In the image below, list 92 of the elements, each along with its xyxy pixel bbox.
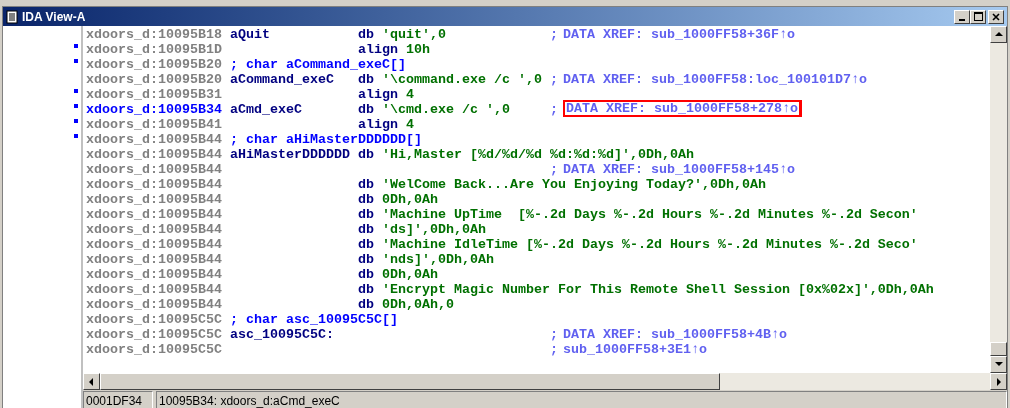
- operand: 'Machine UpTime [%-.2d Days %-.2d Hours %-.2d Minutes %-.2d Secon': [382, 207, 918, 222]
- scroll-left-button[interactable]: [83, 373, 100, 390]
- mnemonic: db: [358, 207, 374, 222]
- maximize-icon: [973, 12, 983, 21]
- address: xdoors_d:10095B44: [86, 177, 222, 192]
- scroll-thumb[interactable]: [990, 342, 1007, 356]
- address: xdoors_d:10095B44: [86, 252, 222, 267]
- declaration-comment: ; char aCommand_exeC[]: [230, 57, 406, 72]
- status-offset: 0001DF34: [83, 391, 153, 408]
- address: xdoors_d:10095B31: [86, 87, 222, 102]
- mnemonic: db: [358, 102, 374, 117]
- declaration-comment: ; char asc_10095C5C[]: [230, 312, 398, 327]
- label: aHiMasterDDDDDD: [230, 147, 350, 162]
- comment-marker: ;: [550, 102, 558, 117]
- operand: 0Dh,0Ah: [382, 267, 438, 282]
- mnemonic: align: [358, 117, 398, 132]
- scroll-down-button[interactable]: [990, 356, 1007, 373]
- address: xdoors_d:10095B20: [86, 72, 222, 87]
- mnemonic: db: [358, 147, 374, 162]
- address: xdoors_d:10095C5C: [86, 312, 222, 327]
- declaration-comment: ; char aHiMasterDDDDDD[]: [230, 132, 422, 147]
- close-button[interactable]: [988, 9, 1004, 24]
- address: xdoors_d:10095B44: [86, 132, 222, 147]
- scroll-thumb[interactable]: [100, 373, 720, 390]
- mnemonic: db: [358, 177, 374, 192]
- document-icon: [6, 9, 18, 24]
- mnemonic: align: [358, 42, 398, 57]
- mnemonic: db: [358, 267, 374, 282]
- operand: 'quit',0: [382, 27, 446, 42]
- vertical-scrollbar[interactable]: [990, 26, 1007, 373]
- label: aCommand_exeC: [230, 72, 334, 87]
- mnemonic: db: [358, 297, 374, 312]
- scroll-up-button[interactable]: [990, 26, 1007, 43]
- mnemonic: align: [358, 87, 398, 102]
- address: xdoors_d:10095B34: [86, 102, 222, 117]
- address: xdoors_d:10095B44: [86, 147, 222, 162]
- maximize-button[interactable]: [970, 9, 986, 24]
- address: xdoors_d:10095B44: [86, 222, 222, 237]
- mnemonic: db: [358, 222, 374, 237]
- operand: 0Dh,0Ah,0: [382, 297, 454, 312]
- address: xdoors_d:10095B44: [86, 192, 222, 207]
- close-icon: [992, 12, 1000, 21]
- label: aCmd_exeC: [230, 102, 302, 117]
- address: xdoors_d:10095B44: [86, 297, 222, 312]
- label: asc_10095C5C:: [230, 327, 334, 342]
- comment: sub_1000FF58+3E1↑o: [563, 342, 707, 357]
- comment-marker: ;: [550, 27, 558, 42]
- address: xdoors_d:10095B44: [86, 207, 222, 222]
- comment-marker: ;: [550, 327, 558, 342]
- comment-marker: ;: [550, 72, 558, 87]
- label: aQuit: [230, 27, 270, 42]
- address: xdoors_d:10095B1D: [86, 42, 222, 57]
- address: xdoors_d:10095B41: [86, 117, 222, 132]
- highlighted-comment: DATA XREF: sub_1000FF58+278↑o: [563, 100, 802, 117]
- mnemonic: db: [358, 27, 374, 42]
- operand: 'nds]',0Dh,0Ah: [382, 252, 494, 267]
- operand: 'WelCome Back...Are You Enjoying Today?',0Dh,0Ah: [382, 177, 766, 192]
- comment: DATA XREF: sub_1000FF58+36F↑o: [563, 27, 795, 42]
- comment-marker: ;: [550, 342, 558, 357]
- minimize-button[interactable]: [954, 9, 970, 24]
- minimize-icon: [959, 18, 965, 21]
- mnemonic: db: [358, 72, 374, 87]
- comment: DATA XREF: sub_1000FF58+145↑o: [563, 162, 795, 177]
- address: xdoors_d:10095C5C: [86, 327, 222, 342]
- mnemonic: db: [358, 282, 374, 297]
- comment: DATA XREF: sub_1000FF58:loc_100101D7↑o: [563, 72, 867, 87]
- mnemonic: db: [358, 237, 374, 252]
- window-title: IDA View-A: [22, 8, 86, 26]
- operand: 'ds]',0Dh,0Ah: [382, 222, 486, 237]
- address: xdoors_d:10095B44: [86, 282, 222, 297]
- mnemonic: db: [358, 252, 374, 267]
- address: xdoors_d:10095B20: [86, 57, 222, 72]
- operand: 0Dh,0Ah: [382, 192, 438, 207]
- comment: DATA XREF: sub_1000FF58+4B↑o: [563, 327, 787, 342]
- operand: 'Machine IdleTime [%-.2d Days %-.2d Hours %-.2d Minutes %-.2d Seco': [382, 237, 918, 252]
- comment-marker: ;: [550, 162, 558, 177]
- address: xdoors_d:10095B44: [86, 162, 222, 177]
- status-location: 10095B34: xdoors_d:aCmd_exeC: [156, 391, 1007, 408]
- operand: '\command.exe /c ',0: [382, 72, 542, 87]
- operand: 4: [406, 87, 414, 102]
- scroll-right-button[interactable]: [990, 373, 1007, 390]
- operand: 4: [406, 117, 414, 132]
- operand: 'Hi,Master [%d/%d/%d %d:%d:%d]',0Dh,0Ah: [382, 147, 694, 162]
- address: xdoors_d:10095C5C: [86, 342, 222, 357]
- operand: '\cmd.exe /c ',0: [382, 102, 510, 117]
- operand: 'Encrypt Magic Number For This Remote Shell Session [0x%02x]',0Dh,0Ah: [382, 282, 934, 297]
- address: xdoors_d:10095B18: [86, 27, 222, 42]
- address: xdoors_d:10095B44: [86, 237, 222, 252]
- address: xdoors_d:10095B44: [86, 267, 222, 282]
- mnemonic: db: [358, 192, 374, 207]
- operand: 10h: [406, 42, 430, 57]
- horizontal-scrollbar[interactable]: [83, 373, 1007, 390]
